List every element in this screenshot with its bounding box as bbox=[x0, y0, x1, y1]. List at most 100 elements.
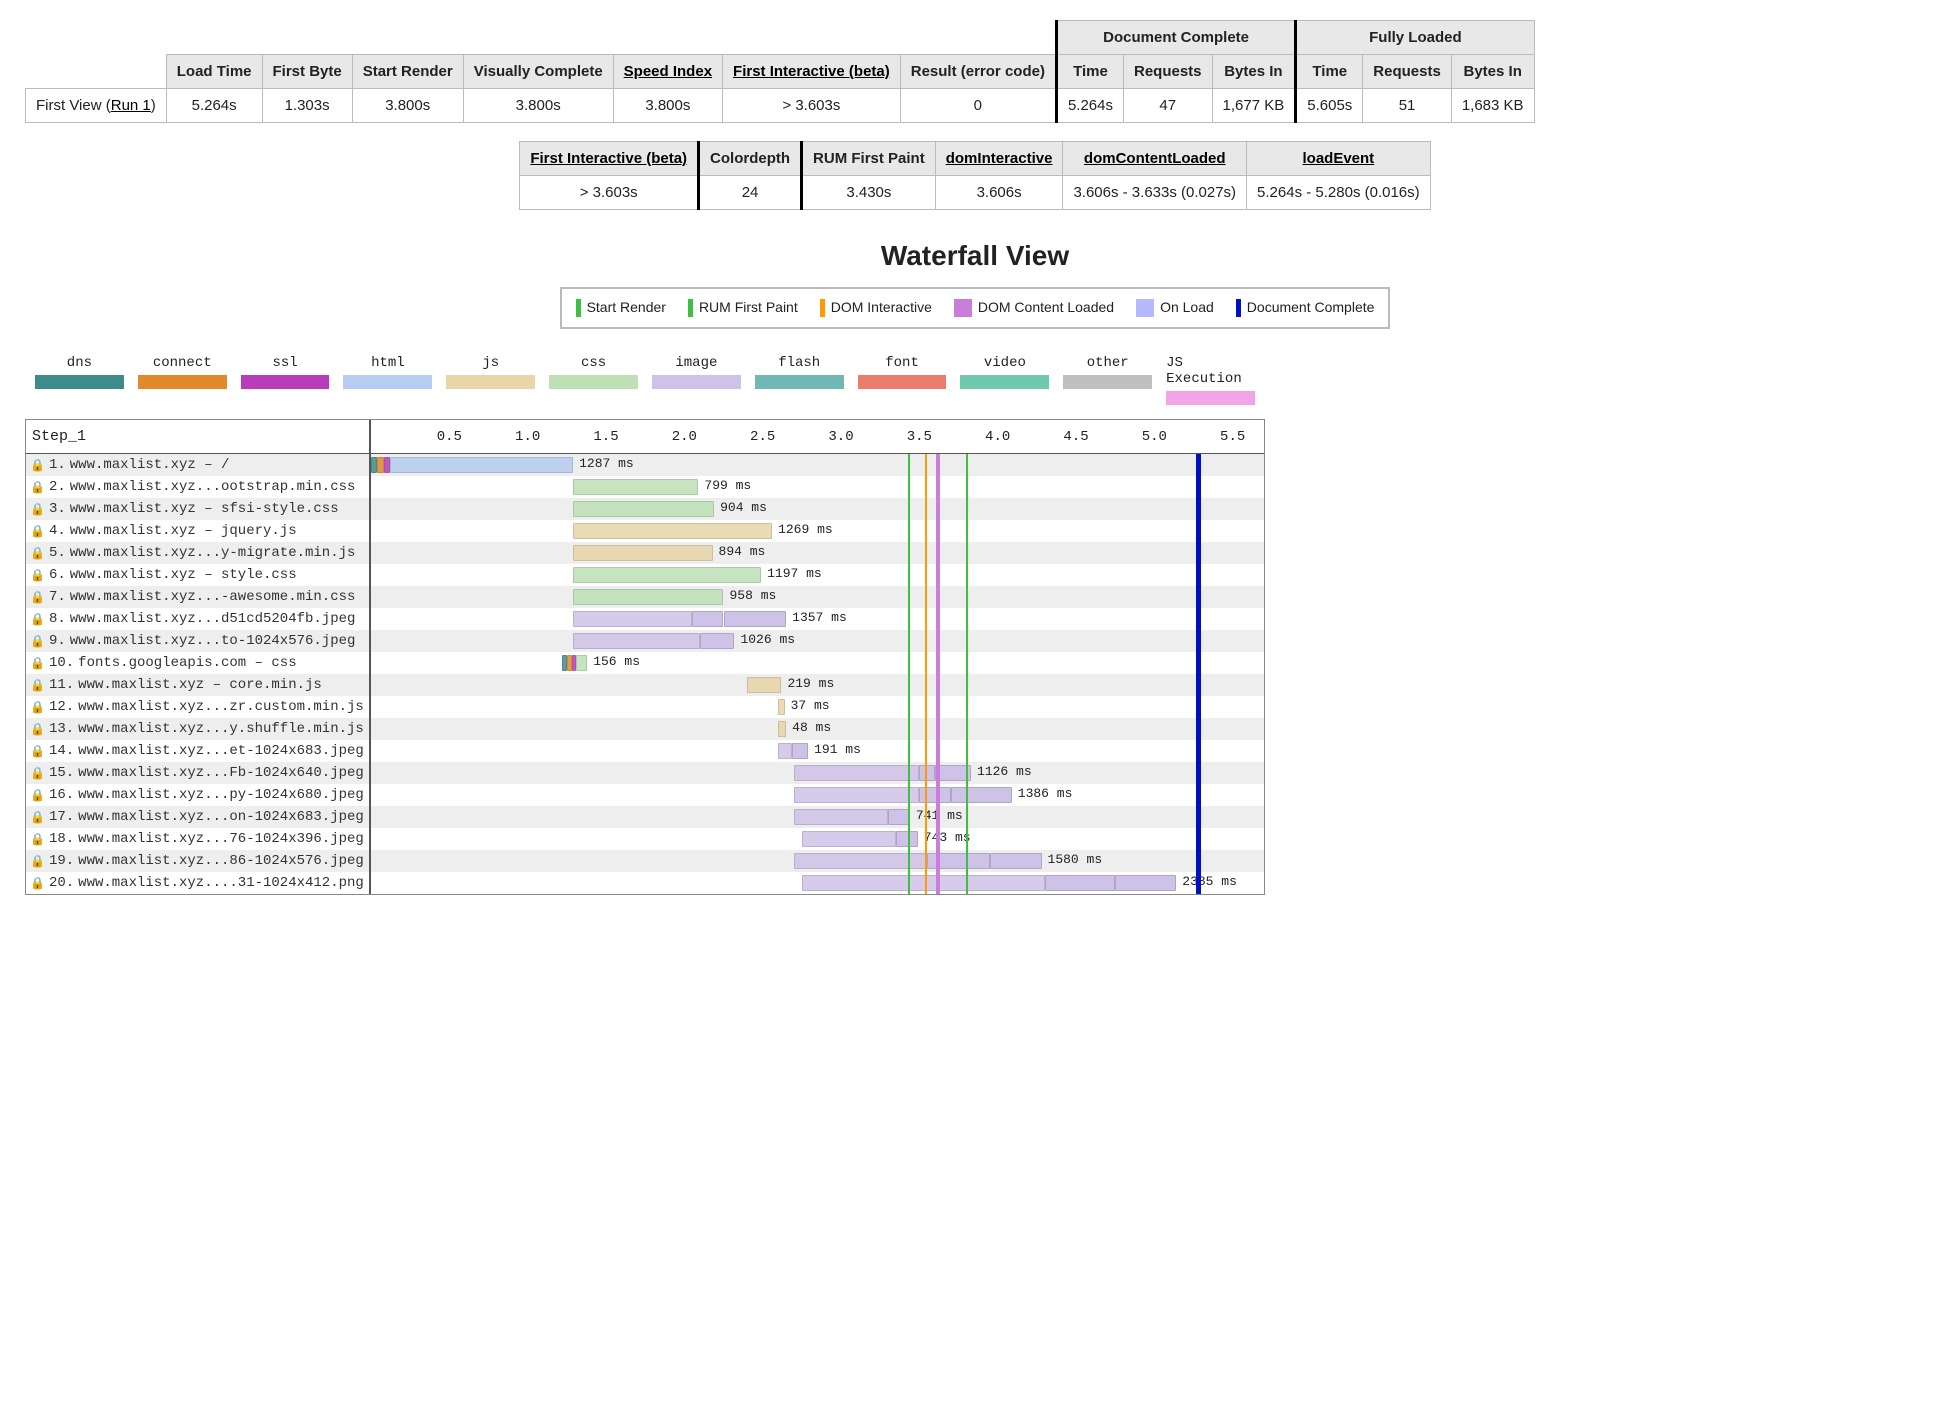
waterfall-tick: 4.0 bbox=[985, 420, 1010, 454]
sub-metrics-section: First Interactive (beta) Colordepth RUM … bbox=[25, 141, 1925, 210]
waterfall-tick: 5.0 bbox=[1142, 420, 1167, 454]
waterfall-row[interactable]: 🔒 3. www.maxlist.xyz – sfsi-style.css904… bbox=[26, 498, 1264, 520]
type-legend: dnsconnectsslhtmljscssimageflashfontvide… bbox=[25, 355, 1265, 405]
type-legend-bar bbox=[549, 375, 638, 389]
type-legend-label: css bbox=[581, 355, 606, 371]
sth-dom-content-loaded[interactable]: domContentLoaded bbox=[1063, 142, 1247, 176]
th-dc-bytes: Bytes In bbox=[1212, 55, 1296, 89]
waterfall-row-chart: 219 ms bbox=[371, 674, 1264, 696]
th-fl-time: Time bbox=[1296, 55, 1363, 89]
waterfall-row[interactable]: 🔒 6. www.maxlist.xyz – style.css1197 ms bbox=[26, 564, 1264, 586]
lock-icon: 🔒 bbox=[30, 612, 45, 627]
th-load-time: Load Time bbox=[166, 55, 262, 89]
waterfall-row-label: 🔒 9. www.maxlist.xyz...to-1024x576.jpeg bbox=[26, 630, 371, 652]
waterfall-row-chart: 743 ms bbox=[371, 828, 1264, 850]
lock-icon: 🔒 bbox=[30, 634, 45, 649]
waterfall-tick: 1.0 bbox=[515, 420, 540, 454]
waterfall-row[interactable]: 🔒14. www.maxlist.xyz...et-1024x683.jpeg1… bbox=[26, 740, 1264, 762]
td-load-time: 5.264s bbox=[166, 89, 262, 123]
lock-icon: 🔒 bbox=[30, 744, 45, 759]
waterfall-row[interactable]: 🔒 8. www.maxlist.xyz...d51cd5204fb.jpeg1… bbox=[26, 608, 1264, 630]
waterfall-row[interactable]: 🔒11. www.maxlist.xyz – core.min.js219 ms bbox=[26, 674, 1264, 696]
waterfall-bar bbox=[794, 853, 927, 869]
type-legend-item: flash bbox=[755, 355, 844, 405]
waterfall-row[interactable]: 🔒 5. www.maxlist.xyz...y-migrate.min.js8… bbox=[26, 542, 1264, 564]
waterfall-row[interactable]: 🔒15. www.maxlist.xyz...Fb-1024x640.jpeg 1… bbox=[26, 762, 1264, 784]
waterfall-row-label: 🔒 6. www.maxlist.xyz – style.css bbox=[26, 564, 371, 586]
waterfall-ms-label: 958 ms bbox=[730, 588, 777, 603]
type-legend-bar bbox=[446, 375, 535, 389]
waterfall-row[interactable]: 🔒 7. www.maxlist.xyz...-awesome.min.css 9… bbox=[26, 586, 1264, 608]
waterfall-row[interactable]: 🔒19. www.maxlist.xyz...86-1024x576.jpeg1… bbox=[26, 850, 1264, 872]
waterfall-row-label: 🔒 2. www.maxlist.xyz...ootstrap.min.css bbox=[26, 476, 371, 498]
waterfall-row-chart: 958 ms bbox=[371, 586, 1264, 608]
type-legend-item: other bbox=[1063, 355, 1152, 405]
type-legend-label: connect bbox=[153, 355, 212, 371]
waterfall-row[interactable]: 🔒10. fonts.googleapis.com – css156 ms bbox=[26, 652, 1264, 674]
waterfall-tick: 2.5 bbox=[750, 420, 775, 454]
waterfall-ms-label: 219 ms bbox=[787, 676, 834, 691]
sth-first-interactive[interactable]: First Interactive (beta) bbox=[520, 142, 699, 176]
type-legend-label: JS Execution bbox=[1166, 355, 1255, 387]
waterfall-row-label: 🔒 3. www.maxlist.xyz – sfsi-style.css bbox=[26, 498, 371, 520]
waterfall-ms-label: 1126 ms bbox=[977, 764, 1032, 779]
waterfall-row[interactable]: 🔒 1. www.maxlist.xyz – /1287 ms bbox=[26, 454, 1264, 476]
type-legend-bar bbox=[35, 375, 124, 389]
lock-icon: 🔒 bbox=[30, 700, 45, 715]
waterfall-row-chart: 1386 ms bbox=[371, 784, 1264, 806]
td-visually-complete: 3.800s bbox=[463, 89, 613, 123]
waterfall-row[interactable]: 🔒13. www.maxlist.xyz...y.shuffle.min.js4… bbox=[26, 718, 1264, 740]
waterfall-row[interactable]: 🔒16. www.maxlist.xyz...py-1024x680.jpeg1… bbox=[26, 784, 1264, 806]
std-dom-content-loaded: 3.606s - 3.633s (0.027s) bbox=[1063, 176, 1247, 210]
th-dc-time: Time bbox=[1056, 55, 1123, 89]
waterfall-bar bbox=[724, 611, 787, 627]
event-legend: Start RenderRUM First PaintDOM Interacti… bbox=[560, 287, 1391, 329]
waterfall-ms-label: 1269 ms bbox=[778, 522, 833, 537]
waterfall-row-chart: 48 ms bbox=[371, 718, 1264, 740]
th-fl-bytes: Bytes In bbox=[1451, 55, 1534, 89]
waterfall-row[interactable]: 🔒 4. www.maxlist.xyz – jquery.js1269 ms bbox=[26, 520, 1264, 542]
waterfall-bar bbox=[802, 875, 1045, 891]
std-colordepth: 24 bbox=[699, 176, 802, 210]
waterfall-bar bbox=[390, 457, 573, 473]
waterfall-bar bbox=[990, 853, 1042, 869]
waterfall-row-chart: 741 ms bbox=[371, 806, 1264, 828]
td-first-byte: 1.303s bbox=[262, 89, 352, 123]
metrics-section: Document Complete Fully Loaded Load Time… bbox=[25, 20, 1925, 123]
td-first-interactive: > 3.603s bbox=[723, 89, 901, 123]
type-legend-item: dns bbox=[35, 355, 124, 405]
waterfall-tick: 3.0 bbox=[828, 420, 853, 454]
sth-dom-interactive[interactable]: domInteractive bbox=[935, 142, 1063, 176]
waterfall-row-chart: 156 ms bbox=[371, 652, 1264, 674]
type-legend-bar bbox=[755, 375, 844, 389]
td-dc-requests: 47 bbox=[1124, 89, 1213, 123]
waterfall-row[interactable]: 🔒18. www.maxlist.xyz...76-1024x396.jpeg7… bbox=[26, 828, 1264, 850]
waterfall-row-chart: 1287 ms bbox=[371, 454, 1264, 476]
waterfall-row[interactable]: 🔒 2. www.maxlist.xyz...ootstrap.min.css7… bbox=[26, 476, 1264, 498]
waterfall-row[interactable]: 🔒12. www.maxlist.xyz...zr.custom.min.js 3… bbox=[26, 696, 1264, 718]
waterfall-row[interactable]: 🔒20. www.maxlist.xyz....31-1024x412.png2… bbox=[26, 872, 1264, 894]
waterfall-row-label: 🔒 7. www.maxlist.xyz...-awesome.min.css bbox=[26, 586, 371, 608]
waterfall-row-label: 🔒12. www.maxlist.xyz...zr.custom.min.js bbox=[26, 696, 371, 718]
waterfall-bar bbox=[919, 765, 935, 781]
th-visually-complete: Visually Complete bbox=[463, 55, 613, 89]
waterfall-row[interactable]: 🔒17. www.maxlist.xyz...on-1024x683.jpeg7… bbox=[26, 806, 1264, 828]
waterfall-tick: 0.5 bbox=[437, 420, 462, 454]
waterfall-row[interactable]: 🔒 9. www.maxlist.xyz...to-1024x576.jpeg1… bbox=[26, 630, 1264, 652]
waterfall-row-chart: 1026 ms bbox=[371, 630, 1264, 652]
waterfall-row-label: 🔒18. www.maxlist.xyz...76-1024x396.jpeg bbox=[26, 828, 371, 850]
lock-icon: 🔒 bbox=[30, 810, 45, 825]
type-legend-label: other bbox=[1087, 355, 1129, 371]
legend-item: RUM First Paint bbox=[688, 299, 798, 317]
waterfall-bar bbox=[802, 831, 896, 847]
th-first-byte: First Byte bbox=[262, 55, 352, 89]
waterfall-bar bbox=[573, 633, 700, 649]
type-legend-item: js bbox=[446, 355, 535, 405]
th-speed-index[interactable]: Speed Index bbox=[613, 55, 722, 89]
waterfall-row-chart: 894 ms bbox=[371, 542, 1264, 564]
waterfall-ms-label: 37 ms bbox=[791, 698, 830, 713]
waterfall-row-label: 🔒15. www.maxlist.xyz...Fb-1024x640.jpeg bbox=[26, 762, 371, 784]
th-first-interactive[interactable]: First Interactive (beta) bbox=[723, 55, 901, 89]
sth-load-event[interactable]: loadEvent bbox=[1247, 142, 1431, 176]
run-link[interactable]: Run 1 bbox=[111, 97, 151, 114]
